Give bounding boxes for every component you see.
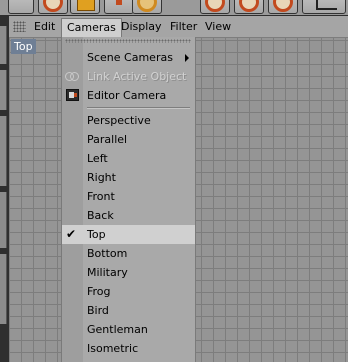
dock-tab[interactable] [0,70,7,110]
menu-item-label: Right [87,171,116,184]
link-icon [70,72,79,81]
toolbar-render-button[interactable] [38,0,68,14]
menu-cameras[interactable]: Cameras [61,18,122,38]
toolbar-rotate-button[interactable] [132,0,162,14]
view-name-label: Top [11,39,36,54]
menu-item-isometric[interactable]: Isometric [62,339,195,358]
menu-item-link-active-object: Link Active Object [62,67,195,86]
menu-item-gentleman[interactable]: Gentleman [62,320,195,339]
top-toolbar [0,0,348,16]
menu-item-military[interactable]: Military [62,263,195,282]
menu-separator [87,107,190,109]
menu-item-left[interactable]: Left [62,149,195,168]
submenu-arrow-icon [185,54,189,62]
menu-item-label: Bottom [87,247,128,260]
menu-item-scene-cameras[interactable]: Scene Cameras [62,48,195,67]
menu-item-label: Scene Cameras [87,51,173,64]
panel-grip-icon[interactable] [13,21,26,32]
x-axis-icon [205,0,225,12]
menu-item-label: Link Active Object [87,70,187,83]
toolbar-x-axis-button[interactable] [200,0,230,14]
menu-item-top[interactable]: ✔ Top [62,225,195,244]
menu-item-label: Parallel [87,133,128,146]
toolbar-arrow-button[interactable] [104,0,134,14]
menu-item-bird[interactable]: Bird [62,301,195,320]
menu-item-label: Top [87,228,106,241]
menu-item-label: Perspective [87,114,151,127]
toolbar-z-axis-button[interactable] [268,0,298,14]
menu-item-label: Back [87,209,114,222]
menu-item-parallel[interactable]: Parallel [62,130,195,149]
cameras-dropdown-menu: Scene Cameras Link Active Object Editor … [61,37,196,362]
menu-item-back[interactable]: Back [62,206,195,225]
menu-item-perspective[interactable]: Perspective [62,111,195,130]
checkmark-icon: ✔ [66,227,77,241]
menu-item-label: Isometric [87,342,139,355]
square-icon [77,0,95,11]
dock-tab[interactable] [0,192,7,248]
dock-tab[interactable] [0,254,7,324]
toolbar-square-button[interactable] [70,0,100,14]
z-axis-icon [273,0,293,12]
render-icon [43,0,63,12]
toolbar-coordinate-button[interactable] [302,0,346,14]
menu-item-frog[interactable]: Frog [62,282,195,301]
menu-item-label: Left [87,152,108,165]
menu-edit[interactable]: Edit [29,19,60,34]
toolbar-tool-button[interactable] [8,0,34,14]
menu-display[interactable]: Display [116,19,167,34]
menu-item-label: Gentleman [87,323,148,336]
menu-item-front[interactable]: Front [62,187,195,206]
menu-filter[interactable]: Filter [165,19,202,34]
menu-item-editor-camera[interactable]: Editor Camera [62,86,195,105]
dock-tab[interactable] [0,26,7,64]
menu-view[interactable]: View [200,19,236,34]
menu-item-label: Bird [87,304,109,317]
menu-item-label: Frog [87,285,111,298]
menu-tearoff-handle[interactable] [65,39,191,43]
dock-tab[interactable] [0,116,7,186]
menu-item-bottom[interactable]: Bottom [62,244,195,263]
y-axis-icon [239,0,259,12]
coordinate-system-icon [316,0,337,10]
menu-item-label: Front [87,190,115,203]
menu-item-right[interactable]: Right [62,168,195,187]
arrow-down-icon [116,0,122,5]
toolbar-y-axis-button[interactable] [234,0,264,14]
left-dock [0,16,9,362]
menu-item-label: Editor Camera [87,89,167,102]
menu-item-label: Military [87,266,128,279]
rotate-icon [137,0,157,12]
viewport-menubar: Edit Cameras Display Filter View [9,16,348,38]
camera-icon [66,89,79,101]
